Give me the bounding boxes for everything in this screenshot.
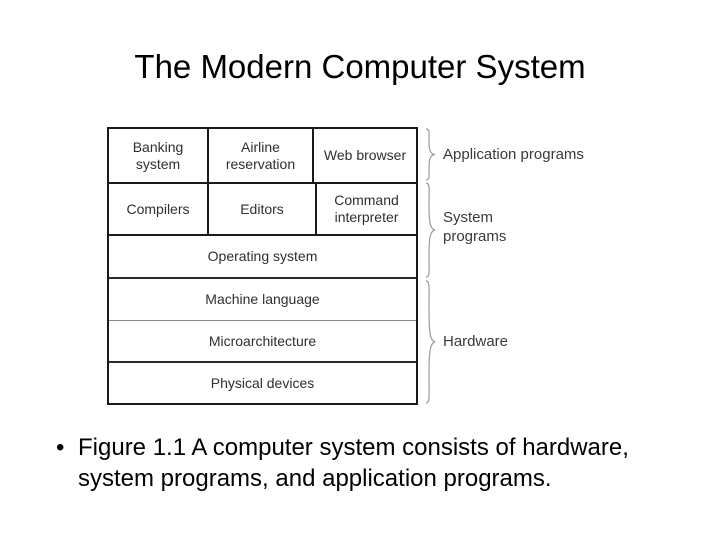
stack-row-application: Banking system Airline reservation Web b… (109, 129, 416, 184)
figure-caption: • Figure 1.1 A computer system consists … (56, 432, 692, 494)
brace-application-programs-icon (424, 128, 437, 181)
stack-cell-microarchitecture: Microarchitecture (208, 332, 317, 349)
stack-cell-machine-language: Machine language (205, 291, 320, 307)
bullet-icon: • (56, 434, 65, 461)
brace-hardware-icon (424, 280, 437, 404)
stack-row-physical-devices: Physical devices (109, 363, 416, 403)
stack-cell-command-interpreter: Command interpreter (334, 192, 399, 225)
layer-stack-diagram: Banking system Airline reservation Web b… (107, 127, 418, 405)
stack-row-microarchitecture: Microarchitecture (109, 321, 416, 363)
stack-cell-editors: Editors (209, 184, 317, 234)
stack-cell-operating-system: Operating system (207, 248, 318, 264)
stack-cell-banking-system: Banking system (109, 129, 209, 182)
brace-label-hardware: Hardware (443, 333, 509, 350)
stack-row-operating-system: Operating system (109, 236, 416, 279)
stack-cell-web-browser: Web browser (323, 147, 407, 163)
brace-system-programs-icon (424, 182, 437, 278)
stack-cell-compilers: Compilers (109, 184, 209, 234)
figure-caption-text: Figure 1.1 A computer system consists of… (78, 434, 629, 492)
brace-label-system-programs: System programs (443, 209, 507, 245)
stack-cell-physical-devices: Physical devices (210, 374, 315, 391)
stack-cell-airline-reservation: Airline reservation (209, 129, 314, 182)
brace-label-application-programs: Application programs (443, 146, 584, 163)
stack-row-system-tools: Compilers Editors Command interpreter (109, 184, 416, 236)
stack-row-machine-language: Machine language (109, 279, 416, 321)
